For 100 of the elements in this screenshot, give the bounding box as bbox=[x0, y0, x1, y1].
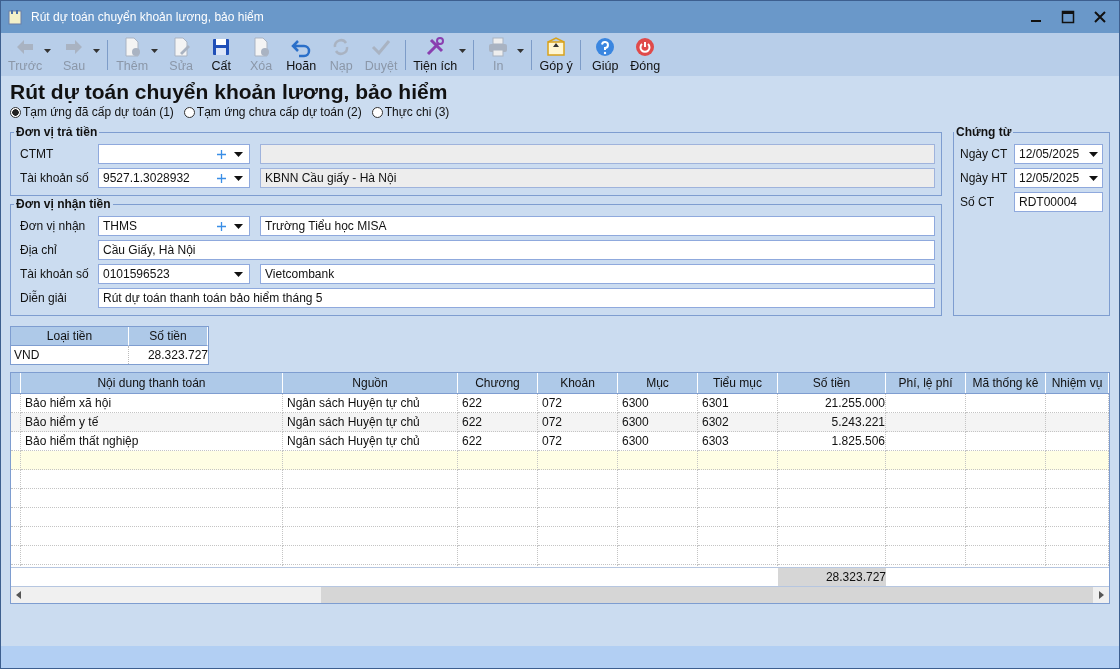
plus-icon[interactable] bbox=[217, 149, 226, 159]
table-cell bbox=[1046, 413, 1109, 432]
envelope-icon bbox=[545, 36, 568, 58]
radio-option[interactable]: Tạm ứng chưa cấp dự toán (2) bbox=[183, 105, 362, 119]
table-cell: Bảo hiểm y tế bbox=[21, 413, 283, 432]
table-cell[interactable] bbox=[21, 451, 283, 470]
dropdown-icon[interactable] bbox=[234, 175, 243, 181]
combo-field[interactable]: 0101596523 bbox=[98, 264, 250, 284]
toolbar-button[interactable]: Góp ý bbox=[536, 36, 577, 73]
table-cell[interactable] bbox=[538, 451, 618, 470]
table-cell bbox=[1046, 546, 1109, 565]
plus-icon[interactable] bbox=[217, 221, 226, 231]
text-field[interactable]: Cầu Giấy, Hà Nội bbox=[98, 240, 935, 260]
dropdown-icon[interactable] bbox=[1089, 175, 1098, 181]
combo-field[interactable]: 9527.1.3028932 bbox=[98, 168, 250, 188]
text-field[interactable]: RDT00004 bbox=[1014, 192, 1103, 212]
total-cell: 28.323.727 bbox=[778, 568, 886, 586]
date-field[interactable]: 12/05/2025 bbox=[1014, 168, 1103, 188]
dropdown-icon[interactable] bbox=[1089, 151, 1098, 157]
field-label: Số CT bbox=[960, 195, 995, 209]
field-label: CTMT bbox=[20, 147, 55, 161]
combo-field[interactable] bbox=[98, 144, 250, 164]
column-header[interactable]: Số tiền bbox=[778, 373, 886, 393]
close-icon[interactable] bbox=[1093, 10, 1107, 24]
field-label: Diễn giải bbox=[20, 291, 68, 305]
field-label: Tài khoản số bbox=[20, 267, 90, 281]
field-label: Ngày CT bbox=[960, 147, 1009, 161]
power-icon bbox=[634, 36, 657, 58]
table-cell[interactable] bbox=[283, 451, 458, 470]
combo-field[interactable]: THMS bbox=[98, 216, 250, 236]
dropdown-icon[interactable] bbox=[234, 151, 243, 157]
close-button[interactable]: Đóng bbox=[625, 36, 666, 73]
table-cell bbox=[1046, 527, 1109, 546]
table-cell: Ngân sách Huyện tự chủ bbox=[283, 413, 458, 432]
table-cell: 6300 bbox=[618, 413, 698, 432]
window-title: Rút dự toán chuyển khoản lương, bảo hiểm bbox=[31, 10, 264, 24]
table-cell: 5.243.221 bbox=[778, 413, 886, 432]
column-header: Số tiền bbox=[129, 327, 208, 346]
column-header[interactable]: Mã thống kê bbox=[966, 373, 1046, 393]
column-header[interactable]: Nhiệm vụ bbox=[1046, 373, 1109, 393]
dropdown-icon[interactable] bbox=[234, 223, 243, 229]
column-header[interactable]: Khoản bbox=[538, 373, 618, 393]
table-cell-text: 28.323.727 bbox=[146, 347, 208, 364]
field-label: Tài khoản số bbox=[20, 171, 90, 185]
group-title: Đơn vị nhận tiền bbox=[15, 197, 112, 211]
group-title: Chứng từ bbox=[955, 125, 1013, 139]
group-title: Đơn vị trả tiền bbox=[15, 125, 99, 139]
table-cell bbox=[1046, 489, 1109, 508]
table-cell[interactable] bbox=[458, 451, 538, 470]
table-cell[interactable] bbox=[618, 451, 698, 470]
table-cell: 622 bbox=[458, 413, 538, 432]
column-header[interactable]: Nguồn bbox=[283, 373, 458, 393]
text-field[interactable]: KBNN Cầu giấy - Hà Nội bbox=[260, 168, 935, 188]
table-cell bbox=[1046, 470, 1109, 489]
table-cell[interactable] bbox=[966, 451, 1046, 470]
notebook-icon bbox=[7, 9, 23, 25]
plus-icon[interactable] bbox=[217, 173, 226, 183]
column-header[interactable]: Nội dung thanh toán bbox=[21, 373, 283, 393]
toolbar-button[interactable]: Tiện ích bbox=[410, 36, 470, 73]
table-cell bbox=[1046, 508, 1109, 527]
row-header[interactable] bbox=[11, 508, 21, 527]
maximize-icon[interactable] bbox=[1061, 10, 1075, 24]
column-header[interactable]: Phí, lệ phí bbox=[886, 373, 966, 393]
row-header[interactable] bbox=[11, 546, 21, 565]
field-label: Ngày HT bbox=[960, 171, 1009, 185]
column-header[interactable]: Chương bbox=[458, 373, 538, 393]
text-field[interactable]: Vietcombank bbox=[260, 264, 935, 284]
table-cell[interactable] bbox=[886, 451, 966, 470]
field-label: Địa chỉ bbox=[20, 243, 58, 257]
text-field[interactable]: Trường Tiểu học MISA bbox=[260, 216, 935, 236]
radio-option[interactable]: Thực chi (3) bbox=[371, 105, 450, 119]
toolbar-button[interactable]: Giúp bbox=[585, 36, 626, 73]
toolbar-button[interactable]: Cất bbox=[201, 36, 242, 73]
date-field[interactable]: 12/05/2025 bbox=[1014, 144, 1103, 164]
row-header[interactable] bbox=[11, 489, 21, 508]
tools-icon bbox=[424, 36, 447, 58]
table-cell: VND bbox=[11, 346, 129, 364]
help-icon bbox=[594, 36, 617, 58]
text-field[interactable]: Rút dự toán thanh toán bảo hiểm tháng 5 bbox=[98, 288, 935, 308]
row-header[interactable] bbox=[11, 451, 21, 470]
printer-icon bbox=[487, 36, 510, 58]
scrollbar-thumb[interactable] bbox=[321, 587, 1093, 603]
row-header[interactable] bbox=[11, 527, 21, 546]
table-cell[interactable] bbox=[778, 451, 886, 470]
toolbar-button[interactable]: Hoãn bbox=[281, 36, 322, 73]
radio-option[interactable]: Tạm ứng đã cấp dự toán (1) bbox=[10, 105, 174, 119]
table-cell: 072 bbox=[538, 413, 618, 432]
table-cell: 6302 bbox=[698, 413, 778, 432]
column-header[interactable]: Mục bbox=[618, 373, 698, 393]
page-heading: Rút dự toán chuyển khoản lương, bảo hiểm bbox=[10, 80, 449, 104]
column-header[interactable]: Tiểu mục bbox=[698, 373, 778, 393]
horizontal-scrollbar[interactable] bbox=[11, 586, 1109, 603]
table-cell[interactable] bbox=[1046, 451, 1109, 470]
dropdown-icon[interactable] bbox=[234, 271, 243, 277]
field-label: Đơn vị nhận bbox=[20, 219, 87, 233]
table-cell[interactable] bbox=[698, 451, 778, 470]
row-header[interactable] bbox=[11, 470, 21, 489]
column-header: Loại tiền bbox=[11, 327, 129, 346]
text-field[interactable] bbox=[260, 144, 935, 164]
row-header[interactable] bbox=[11, 413, 21, 432]
